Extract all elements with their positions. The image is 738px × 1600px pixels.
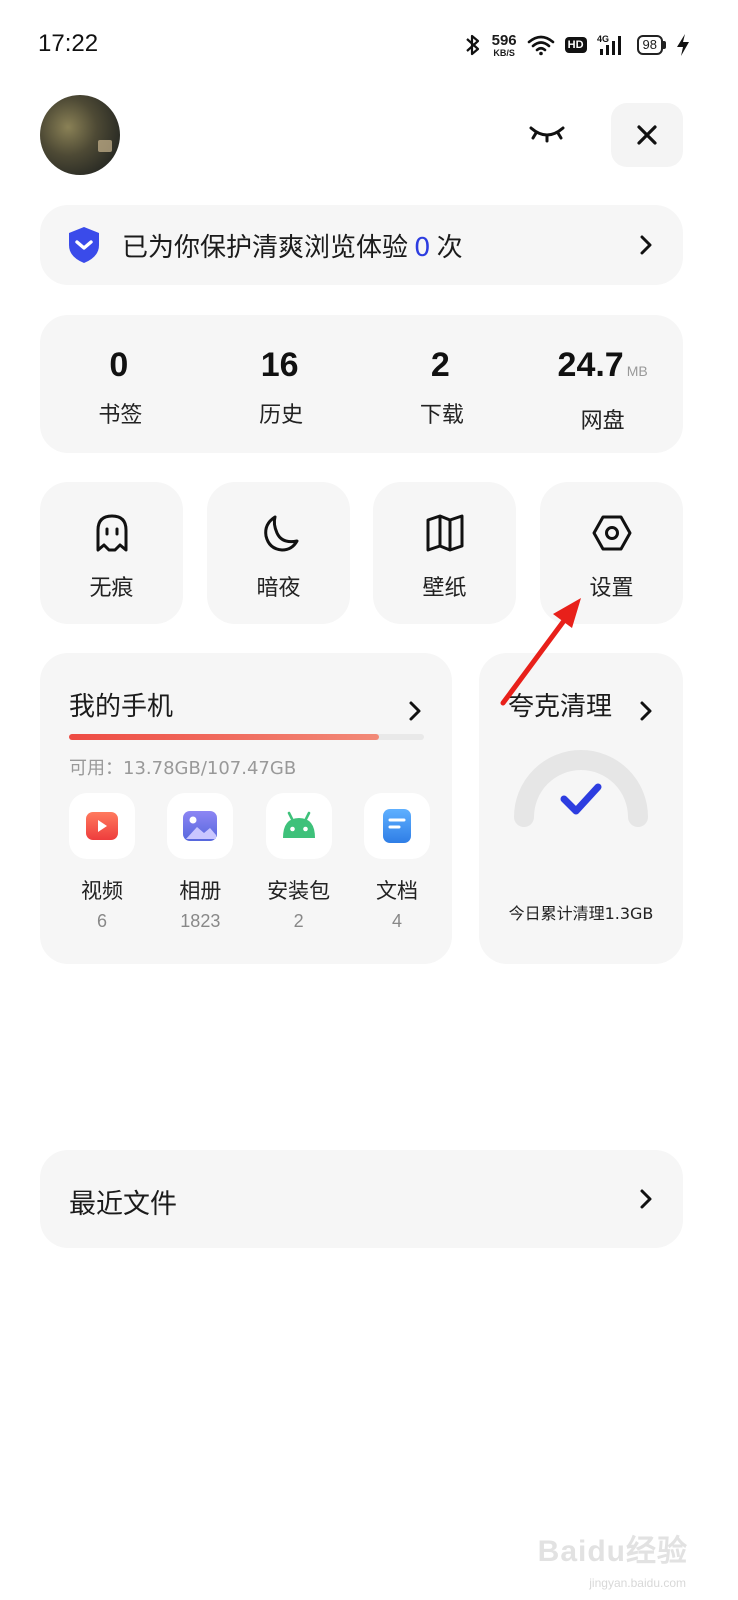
tile-settings[interactable]: 设置 [540, 482, 683, 624]
stat-bookmarks[interactable]: 0 书签 [40, 315, 201, 453]
network-speed: 596 KB/S [491, 31, 517, 58]
stat-history[interactable]: 16 历史 [201, 315, 362, 453]
close-button[interactable] [611, 103, 683, 167]
baidu-watermark-url: jingyan.baidu.com [589, 1576, 686, 1590]
protection-count: 0 [414, 232, 431, 263]
video-icon [86, 812, 118, 840]
baidu-watermark: Baidu经验 [537, 1535, 688, 1568]
quark-clean-card[interactable]: 夸克清理 今日累计清理1.3GB [479, 653, 683, 964]
file-types: 视频 6 相册 1823 安装包 2 文档 4 [57, 793, 442, 932]
stats-card: 0 书签 16 历史 2 下载 24.7 MB 网盘 [40, 315, 683, 453]
status-bar: 17:22 596 KB/S HD 4G 98 [0, 0, 738, 90]
avatar[interactable] [40, 95, 120, 175]
chevron-right-icon [640, 701, 652, 721]
signal-icon: 4G [597, 34, 621, 55]
clean-gauge [514, 750, 648, 827]
status-time: 17:22 [38, 30, 99, 57]
recent-files-title: 最近文件 [69, 1189, 177, 1220]
stat-cloud-drive[interactable]: 24.7 MB 网盘 [522, 315, 683, 453]
close-icon [637, 125, 657, 145]
recent-files-row[interactable]: 最近文件 [40, 1150, 683, 1248]
stat-downloads[interactable]: 2 下载 [362, 315, 523, 453]
charging-icon [677, 34, 689, 56]
wifi-icon [527, 35, 554, 56]
svg-text:4G: 4G [597, 34, 609, 44]
tile-wallpaper[interactable]: 壁纸 [373, 482, 516, 624]
storage-text: 可用：13.78GB/107.47GB [69, 758, 297, 779]
battery-indicator: 98 [636, 35, 666, 55]
shield-icon [69, 227, 99, 263]
document-icon [382, 809, 411, 843]
wallpaper-book-icon [426, 514, 463, 552]
protection-text: 已为你保护清爽浏览体验 0 次 [122, 232, 463, 263]
ghost-icon [96, 514, 127, 552]
hide-eye-button[interactable] [522, 112, 572, 156]
file-type-document[interactable]: 文档 4 [352, 793, 442, 932]
file-type-album[interactable]: 相册 1823 [155, 793, 245, 932]
closed-eye-icon [529, 126, 565, 143]
chevron-right-icon [640, 235, 652, 255]
android-icon [282, 811, 315, 838]
file-type-video[interactable]: 视频 6 [57, 793, 147, 932]
protection-banner[interactable]: 已为你保护清爽浏览体验 0 次 [40, 205, 683, 285]
bluetooth-icon [465, 34, 479, 56]
hd-badge: HD [564, 37, 587, 53]
my-phone-title: 我的手机 [69, 692, 174, 722]
storage-bar [69, 734, 424, 740]
tile-incognito[interactable]: 无痕 [40, 482, 183, 624]
status-icons: 596 KB/S HD 4G 98 [464, 30, 690, 60]
clean-caption: 今日累计清理1.3GB [508, 904, 654, 923]
checkmark-icon [560, 783, 602, 815]
tile-night-mode[interactable]: 暗夜 [207, 482, 350, 624]
clean-title: 夸克清理 [508, 692, 613, 722]
chevron-right-icon [409, 701, 421, 721]
chevron-right-icon [640, 1189, 652, 1209]
moon-icon [263, 515, 298, 552]
photo-album-icon [183, 811, 218, 841]
hexagon-settings-icon [592, 515, 631, 551]
storage-bar-fill [69, 734, 379, 740]
file-type-apk[interactable]: 安装包 2 [254, 793, 344, 932]
my-phone-card[interactable]: 我的手机 可用：13.78GB/107.47GB 视频 6 相册 1823 安装… [40, 653, 452, 964]
